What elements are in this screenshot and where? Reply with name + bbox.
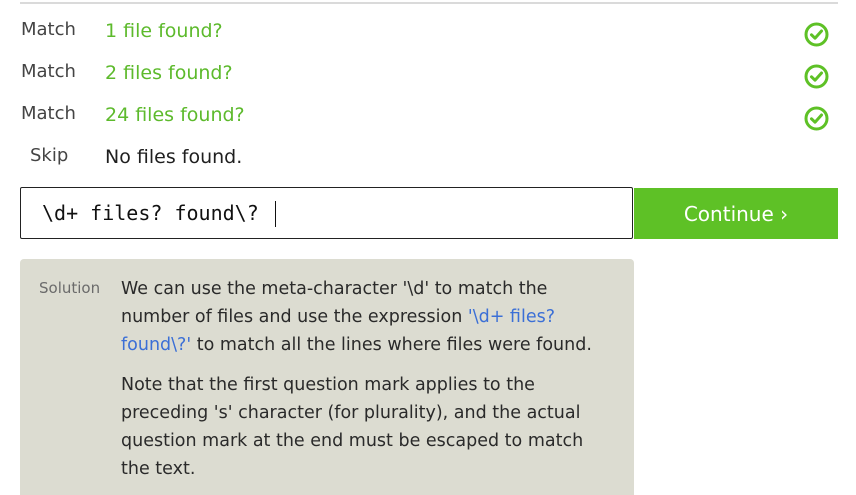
regex-input[interactable] <box>20 187 633 239</box>
task-row: Match 24 files found? <box>0 94 856 136</box>
task-type-label: Skip <box>30 145 69 166</box>
solution-text: We can use the meta-character '\d' to ma… <box>121 275 616 495</box>
check-circle-icon <box>804 22 829 47</box>
task-type-label: Match <box>21 19 76 40</box>
solution-paragraph: Note that the first question mark applie… <box>121 375 584 479</box>
task-text: 24 files found? <box>105 104 245 126</box>
check-circle-icon <box>804 64 829 89</box>
solution-text-part: to match all the lines where files were … <box>191 335 592 355</box>
task-row: Skip No files found. <box>0 136 856 178</box>
check-circle-icon <box>804 106 829 131</box>
regex-lesson-page: Match 1 file found? Match 2 files found?… <box>0 0 856 495</box>
task-row: Match 2 files found? <box>0 52 856 94</box>
task-type-label: Match <box>21 103 76 124</box>
solution-label: Solution <box>39 279 101 297</box>
task-text: 2 files found? <box>105 62 233 84</box>
continue-button[interactable]: Continue › <box>634 188 838 239</box>
task-row: Match 1 file found? <box>0 10 856 52</box>
text-caret <box>275 201 276 227</box>
task-text: 1 file found? <box>105 20 223 42</box>
task-type-label: Match <box>21 61 76 82</box>
top-divider <box>20 2 838 4</box>
solution-paragraph: We can use the meta-character '\d' to ma… <box>121 275 616 359</box>
solution-panel: Solution We can use the meta-character '… <box>20 259 634 495</box>
task-text: No files found. <box>105 146 243 168</box>
